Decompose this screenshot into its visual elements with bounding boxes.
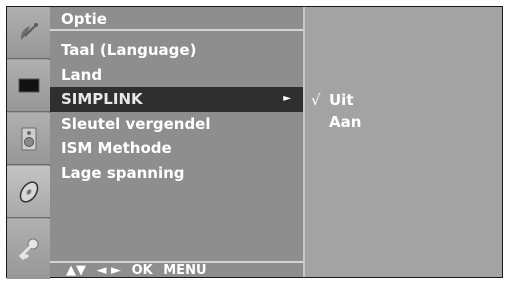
menu-item-low-power[interactable]: Lage spanning xyxy=(50,161,303,186)
category-icon-column xyxy=(7,7,50,279)
menu-item-key-lock[interactable]: Sleutel vergendel xyxy=(50,112,303,137)
key-icon xyxy=(18,238,38,261)
menu-item-label: ISM Methode xyxy=(61,139,172,157)
menu-item-language[interactable]: Taal (Language) xyxy=(50,38,303,63)
menu-item-country[interactable]: Land xyxy=(50,63,303,88)
submenu-option-off[interactable]: √ Uit xyxy=(311,89,361,111)
navigation-hint-bar: ▲▼ ◄ ► OK MENU xyxy=(50,261,303,278)
option-menu: Optie Taal (Language) Land SIMPLINK ► Sle… xyxy=(50,7,303,278)
simplink-submenu: √ Uit Aan xyxy=(303,7,502,277)
screen-icon xyxy=(18,78,39,92)
category-audio[interactable] xyxy=(7,113,50,165)
satellite-dish-icon xyxy=(20,22,38,40)
category-lock[interactable] xyxy=(7,219,50,279)
disc-icon xyxy=(19,180,38,203)
category-setup[interactable] xyxy=(7,7,50,59)
menu-title: Optie xyxy=(50,7,303,31)
category-picture[interactable] xyxy=(7,60,50,112)
submenu-option-on[interactable]: Aan xyxy=(311,111,361,133)
menu-item-label: Lage spanning xyxy=(61,163,185,182)
category-option[interactable] xyxy=(7,166,50,218)
ok-hint: OK xyxy=(131,263,153,278)
submenu-list: √ Uit Aan xyxy=(311,89,361,133)
menu-item-simplink[interactable]: SIMPLINK ► xyxy=(50,87,303,112)
menu-hint: MENU xyxy=(163,263,207,278)
speaker-icon xyxy=(21,127,36,150)
submenu-option-label: Uit xyxy=(329,91,354,109)
left-right-arrows-icon: ◄ ► xyxy=(96,263,122,278)
menu-item-label: Sleutel vergendel xyxy=(61,114,211,133)
tv-osd-window: Optie Taal (Language) Land SIMPLINK ► Sle… xyxy=(6,6,503,279)
submenu-option-label: Aan xyxy=(329,113,362,131)
menu-item-ism-method[interactable]: ISM Methode xyxy=(50,136,303,161)
menu-list: Taal (Language) Land SIMPLINK ► Sleutel v… xyxy=(50,38,303,185)
menu-item-label: SIMPLINK xyxy=(61,90,143,108)
submenu-arrow-icon: ► xyxy=(283,93,291,104)
up-down-arrows-icon: ▲▼ xyxy=(66,263,86,278)
menu-item-label: Taal (Language) xyxy=(61,41,197,59)
checkmark-icon: √ xyxy=(311,91,321,109)
menu-item-label: Land xyxy=(61,65,103,84)
